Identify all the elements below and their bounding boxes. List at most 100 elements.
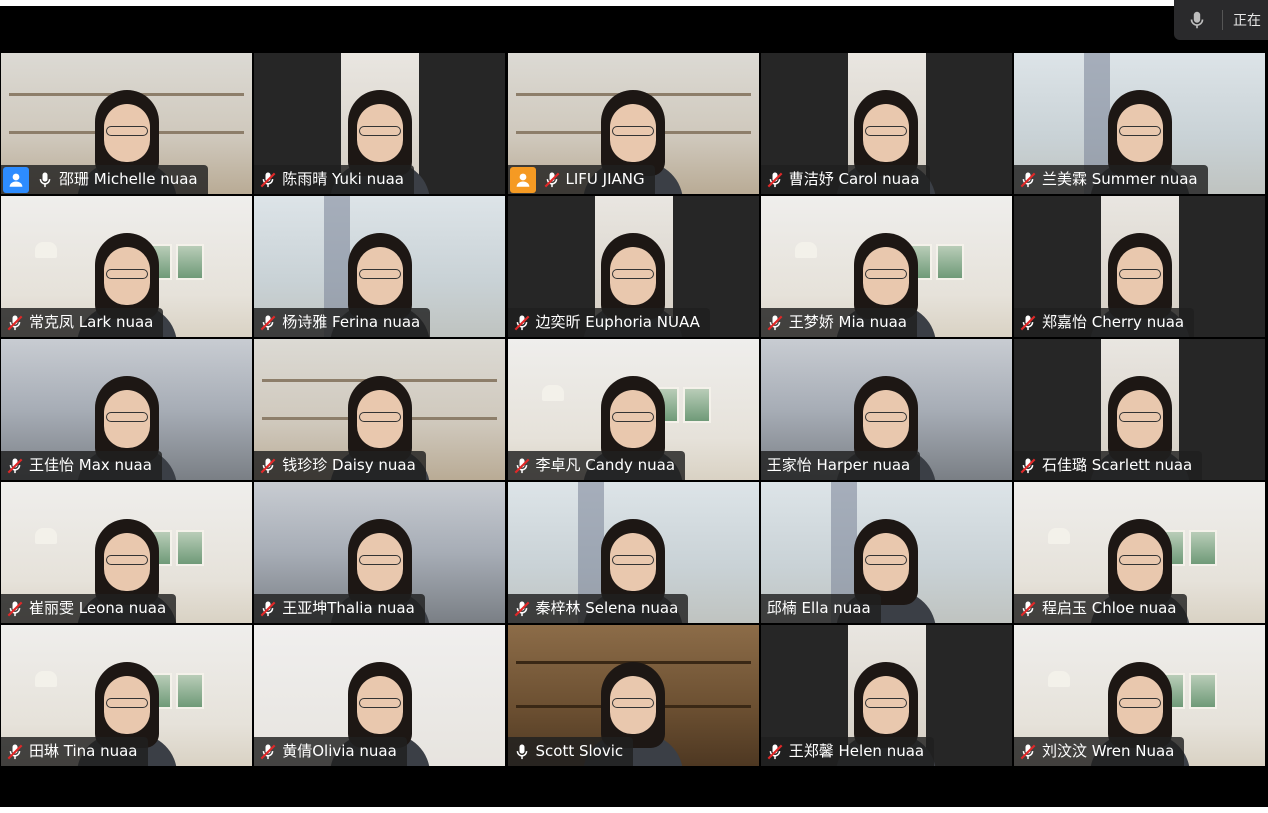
muted-microphone-icon bbox=[258, 170, 278, 190]
name-label: 兰美霖 Summer nuaa bbox=[1014, 165, 1208, 194]
name-label: 常克凤 Lark nuaa bbox=[1, 308, 164, 337]
participant-tile[interactable]: 邵珊 Michelle nuaa bbox=[1, 53, 252, 194]
participant-tile[interactable]: 陈雨晴 Yuki nuaa bbox=[254, 53, 506, 194]
name-label: 王郑馨 Helen nuaa bbox=[760, 737, 935, 766]
participant-tile[interactable]: 常克凤 Lark nuaa bbox=[1, 196, 252, 337]
lamp bbox=[1048, 671, 1070, 687]
participant-tile[interactable]: 兰美霖 Summer nuaa bbox=[1014, 53, 1265, 194]
name-label: 郑嘉怡 Cherry nuaa bbox=[1014, 308, 1195, 337]
participant-name: 王家怡 Harper nuaa bbox=[766, 456, 911, 474]
name-label: 田琳 Tina nuaa bbox=[1, 737, 148, 766]
participant-tile[interactable]: 崔丽雯 Leona nuaa bbox=[1, 482, 252, 623]
participant-name: 程启玉 Chloe nuaa bbox=[1042, 599, 1177, 617]
name-label: Scott Slovic bbox=[507, 737, 634, 766]
participant-name: 王佳怡 Max nuaa bbox=[29, 456, 152, 474]
participant-tile[interactable]: 田琳 Tina nuaa bbox=[1, 625, 252, 766]
muted-microphone-icon bbox=[1018, 599, 1038, 619]
participant-name: 钱珍珍 Daisy nuaa bbox=[282, 456, 416, 474]
participant-tile[interactable]: 王郑馨 Helen nuaa bbox=[760, 625, 1012, 766]
name-label: 王梦娇 Mia nuaa bbox=[760, 308, 917, 337]
host-badge-icon bbox=[509, 166, 536, 193]
name-label: 邱楠 Ella nuaa bbox=[760, 594, 881, 623]
participant-tile[interactable]: LIFU JIANG bbox=[507, 53, 759, 194]
participant-name: 边奕昕 Euphoria NUAA bbox=[535, 313, 700, 331]
muted-microphone-icon bbox=[258, 599, 278, 619]
muted-microphone-icon bbox=[512, 456, 532, 476]
muted-microphone-icon bbox=[512, 599, 532, 619]
participant-tile[interactable]: 钱珍珍 Daisy nuaa bbox=[254, 339, 506, 480]
muted-microphone-icon bbox=[512, 313, 532, 333]
muted-microphone-icon bbox=[765, 170, 785, 190]
muted-microphone-icon bbox=[258, 313, 278, 333]
participant-name: 陈雨晴 Yuki nuaa bbox=[282, 170, 404, 188]
participant-tile[interactable]: 王梦娇 Mia nuaa bbox=[760, 196, 1012, 337]
bottom-strip bbox=[0, 807, 1268, 813]
participant-tile[interactable]: 李卓凡 Candy nuaa bbox=[507, 339, 759, 480]
muted-microphone-icon bbox=[5, 742, 25, 762]
participant-tile[interactable]: 黄倩Olivia nuaa bbox=[254, 625, 506, 766]
name-label: 王亚坤Thalia nuaa bbox=[254, 594, 425, 623]
participant-tile[interactable]: 王佳怡 Max nuaa bbox=[1, 339, 252, 480]
muted-microphone-icon bbox=[1018, 456, 1038, 476]
lamp bbox=[1048, 528, 1070, 544]
name-label: 曹洁妤 Carol nuaa bbox=[760, 165, 930, 194]
name-label: LIFU JIANG bbox=[507, 165, 655, 194]
active-speaker-indicator[interactable]: 正在 bbox=[1174, 0, 1268, 40]
participant-tile[interactable]: 刘汶汶 Wren Nuaa bbox=[1014, 625, 1265, 766]
top-bar bbox=[0, 0, 1268, 52]
participant-tile[interactable]: 边奕昕 Euphoria NUAA bbox=[507, 196, 759, 337]
separator bbox=[1222, 10, 1223, 30]
participant-name: 杨诗雅 Ferina nuaa bbox=[282, 313, 421, 331]
muted-microphone-icon bbox=[1018, 313, 1038, 333]
name-label: 秦梓林 Selena nuaa bbox=[507, 594, 689, 623]
name-label: 钱珍珍 Daisy nuaa bbox=[254, 451, 426, 480]
participant-tile[interactable]: 杨诗雅 Ferina nuaa bbox=[254, 196, 506, 337]
muted-microphone-icon bbox=[765, 742, 785, 762]
muted-microphone-icon bbox=[542, 170, 562, 190]
participant-name: 秦梓林 Selena nuaa bbox=[535, 599, 679, 617]
lamp bbox=[35, 242, 57, 258]
muted-microphone-icon bbox=[1018, 170, 1038, 190]
participant-name: 崔丽雯 Leona nuaa bbox=[29, 599, 167, 617]
participant-name: 邵珊 Michelle nuaa bbox=[59, 170, 198, 188]
participant-name: LIFU JIANG bbox=[565, 170, 645, 188]
participant-name: 常克凤 Lark nuaa bbox=[29, 313, 154, 331]
participant-name: 刘汶汶 Wren Nuaa bbox=[1042, 742, 1175, 760]
participant-name: 曹洁妤 Carol nuaa bbox=[788, 170, 920, 188]
participant-tile[interactable]: 程启玉 Chloe nuaa bbox=[1014, 482, 1265, 623]
gallery-grid: 邵珊 Michelle nuaa 陈雨晴 Yuki nuaa LIFU JIANG 曹… bbox=[1, 53, 1265, 766]
name-label: 杨诗雅 Ferina nuaa bbox=[254, 308, 431, 337]
muted-microphone-icon bbox=[1018, 742, 1038, 762]
microphone-icon bbox=[1190, 11, 1204, 29]
participant-tile[interactable]: 郑嘉怡 Cherry nuaa bbox=[1014, 196, 1265, 337]
name-label: 刘汶汶 Wren Nuaa bbox=[1014, 737, 1185, 766]
name-label: 边奕昕 Euphoria NUAA bbox=[507, 308, 710, 337]
muted-microphone-icon bbox=[258, 456, 278, 476]
participant-tile[interactable]: 石佳璐 Scarlett nuaa bbox=[1014, 339, 1265, 480]
muted-microphone-icon bbox=[5, 599, 25, 619]
name-label: 石佳璐 Scarlett nuaa bbox=[1014, 451, 1203, 480]
participant-tile[interactable]: Scott Slovic bbox=[507, 625, 759, 766]
name-label: 王家怡 Harper nuaa bbox=[760, 451, 921, 480]
participant-name: 邱楠 Ella nuaa bbox=[766, 599, 871, 617]
participant-tile[interactable]: 王亚坤Thalia nuaa bbox=[254, 482, 506, 623]
bottom-bar bbox=[0, 766, 1268, 813]
participant-tile[interactable]: 秦梓林 Selena nuaa bbox=[507, 482, 759, 623]
name-label: 陈雨晴 Yuki nuaa bbox=[254, 165, 414, 194]
participant-tile[interactable]: 曹洁妤 Carol nuaa bbox=[760, 53, 1012, 194]
participant-name: 田琳 Tina nuaa bbox=[29, 742, 138, 760]
speaking-label: 正在 bbox=[1233, 13, 1261, 29]
participant-name: 石佳璐 Scarlett nuaa bbox=[1042, 456, 1193, 474]
muted-microphone-icon bbox=[5, 456, 25, 476]
name-label: 李卓凡 Candy nuaa bbox=[507, 451, 686, 480]
participant-tile[interactable]: 王家怡 Harper nuaa bbox=[760, 339, 1012, 480]
participant-name: 兰美霖 Summer nuaa bbox=[1042, 170, 1198, 188]
participant-name: 王亚坤Thalia nuaa bbox=[282, 599, 415, 617]
name-label: 黄倩Olivia nuaa bbox=[254, 737, 407, 766]
participant-name: Scott Slovic bbox=[535, 742, 624, 760]
participant-tile[interactable]: 邱楠 Ella nuaa bbox=[760, 482, 1012, 623]
name-label: 邵珊 Michelle nuaa bbox=[1, 165, 208, 194]
muted-microphone-icon bbox=[5, 313, 25, 333]
participant-name: 李卓凡 Candy nuaa bbox=[535, 456, 676, 474]
lamp bbox=[541, 385, 564, 401]
